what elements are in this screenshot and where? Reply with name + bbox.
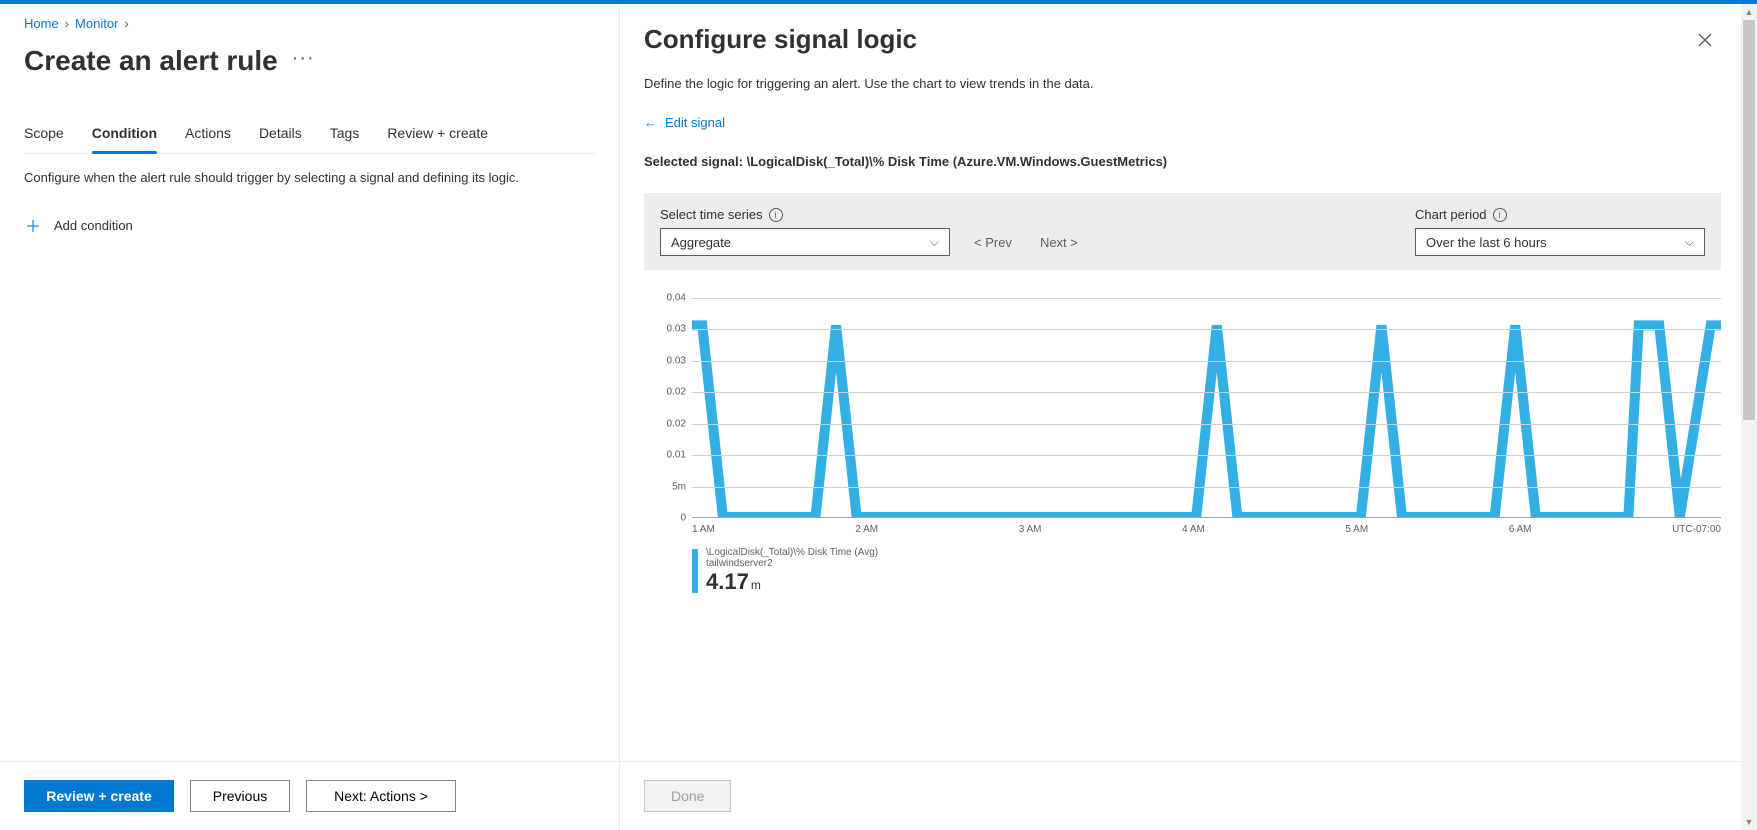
more-button[interactable]: ··· [292,47,315,76]
timezone-label: UTC-07:00 [1672,524,1721,535]
x-axis: 1 AM 2 AM 3 AM 4 AM 5 AM 6 AM UTC-07:00 [692,524,1721,535]
chart: 0.040.030.030.020.020.015m0 1 AM2 AM3 AM… [644,298,1721,595]
y-tick: 0 [680,513,686,524]
left-footer: Review + create Previous Next: Actions > [0,761,619,830]
grid-line [692,487,1721,488]
right-pane: Configure signal logic Define the logic … [620,4,1757,830]
chevron-down-icon: ⌵ [930,235,939,250]
time-series-bar: Select time series i Aggregate ⌵ < Prev … [644,193,1721,270]
grid-line [692,298,1721,299]
breadcrumb-sep: › [65,16,69,31]
info-icon[interactable]: i [1493,208,1507,222]
close-icon [1698,33,1712,47]
panel-title: Configure signal logic [644,24,917,55]
ts-prev-button[interactable]: < Prev [974,235,1012,250]
chart-period-label-text: Chart period [1415,207,1487,222]
x-tick: 5 AM [1345,524,1368,535]
legend-resource-name: tailwindserver2 [706,558,878,569]
x-tick: 1 AM [692,524,715,535]
chart-period-select[interactable]: Over the last 6 hours ⌵ [1415,228,1705,256]
time-series-select[interactable]: Aggregate ⌵ [660,228,950,256]
scroll-up-arrow[interactable]: ▲ [1741,4,1757,20]
time-series-label-text: Select time series [660,207,763,222]
chart-series-line [692,325,1721,517]
panel-description: Define the logic for triggering an alert… [644,76,1721,91]
scroll-down-arrow[interactable]: ▼ [1741,814,1757,830]
time-series-select-value: Aggregate [671,235,731,250]
arrow-left-icon: ← [644,115,657,130]
info-icon[interactable]: i [769,208,783,222]
grid-line [692,455,1721,456]
y-tick: 0.03 [667,355,686,366]
y-tick: 0.03 [667,324,686,335]
x-tick: 3 AM [1019,524,1042,535]
legend-value-unit: m [751,578,761,592]
time-series-label: Select time series i [660,207,950,222]
chart-legend: \LogicalDisk(_Total)\% Disk Time (Avg) t… [692,547,1721,595]
y-axis: 0.040.030.030.020.020.015m0 [644,298,692,518]
chart-period-select-value: Over the last 6 hours [1426,235,1547,250]
grid-line [692,392,1721,393]
close-button[interactable] [1689,24,1721,56]
breadcrumb-sep: › [124,16,128,31]
selected-signal-label: Selected signal: [644,154,747,169]
y-tick: 0.02 [667,387,686,398]
tab-tags[interactable]: Tags [330,125,360,153]
legend-series-name: \LogicalDisk(_Total)\% Disk Time (Avg) [706,547,878,558]
y-tick: 0.02 [667,418,686,429]
selected-signal-value: \LogicalDisk(_Total)\% Disk Time (Azure.… [747,154,1168,169]
breadcrumb-home[interactable]: Home [24,16,59,31]
tab-details[interactable]: Details [259,125,302,153]
chevron-down-icon: ⌵ [1685,235,1694,250]
tab-actions[interactable]: Actions [185,125,231,153]
legend-value: 4.17m [706,569,878,595]
tab-condition[interactable]: Condition [92,125,157,153]
tab-description: Configure when the alert rule should tri… [24,170,595,185]
plus-icon: ＋ [24,213,42,237]
ts-next-button[interactable]: Next > [1040,235,1078,250]
breadcrumb: Home › Monitor › [24,16,595,31]
review-create-button[interactable]: Review + create [24,780,174,812]
y-tick: 5m [672,481,686,492]
legend-color-swatch [692,549,698,593]
edit-signal-label: Edit signal [665,115,725,130]
add-condition-label: Add condition [54,218,133,233]
x-tick: 2 AM [855,524,878,535]
scrollbar-thumb[interactable] [1743,20,1755,420]
grid-line [692,329,1721,330]
y-tick: 0.04 [667,293,686,304]
tab-review[interactable]: Review + create [387,125,488,153]
x-tick: 4 AM [1182,524,1205,535]
time-series-nav: < Prev Next > [974,235,1078,256]
next-actions-button[interactable]: Next: Actions > [306,780,456,812]
grid-line [692,361,1721,362]
plot-area [692,298,1721,518]
selected-signal: Selected signal: \LogicalDisk(_Total)\% … [644,154,1721,169]
grid-line [692,424,1721,425]
done-button: Done [644,780,731,812]
left-pane: Home › Monitor › Create an alert rule ··… [0,4,620,830]
breadcrumb-monitor[interactable]: Monitor [75,16,118,31]
tab-scope[interactable]: Scope [24,125,64,153]
edit-signal-link[interactable]: ← Edit signal [644,115,725,130]
legend-value-number: 4.17 [706,569,749,594]
chart-period-label: Chart period i [1415,207,1705,222]
add-condition-button[interactable]: ＋ Add condition [24,213,595,237]
right-footer: Done [620,761,1757,830]
page-title: Create an alert rule [24,45,278,77]
y-tick: 0.01 [667,450,686,461]
scrollbar[interactable]: ▲ ▼ [1741,4,1757,830]
previous-button[interactable]: Previous [190,780,290,812]
tabs: Scope Condition Actions Details Tags Rev… [24,125,595,154]
x-tick: 6 AM [1509,524,1532,535]
